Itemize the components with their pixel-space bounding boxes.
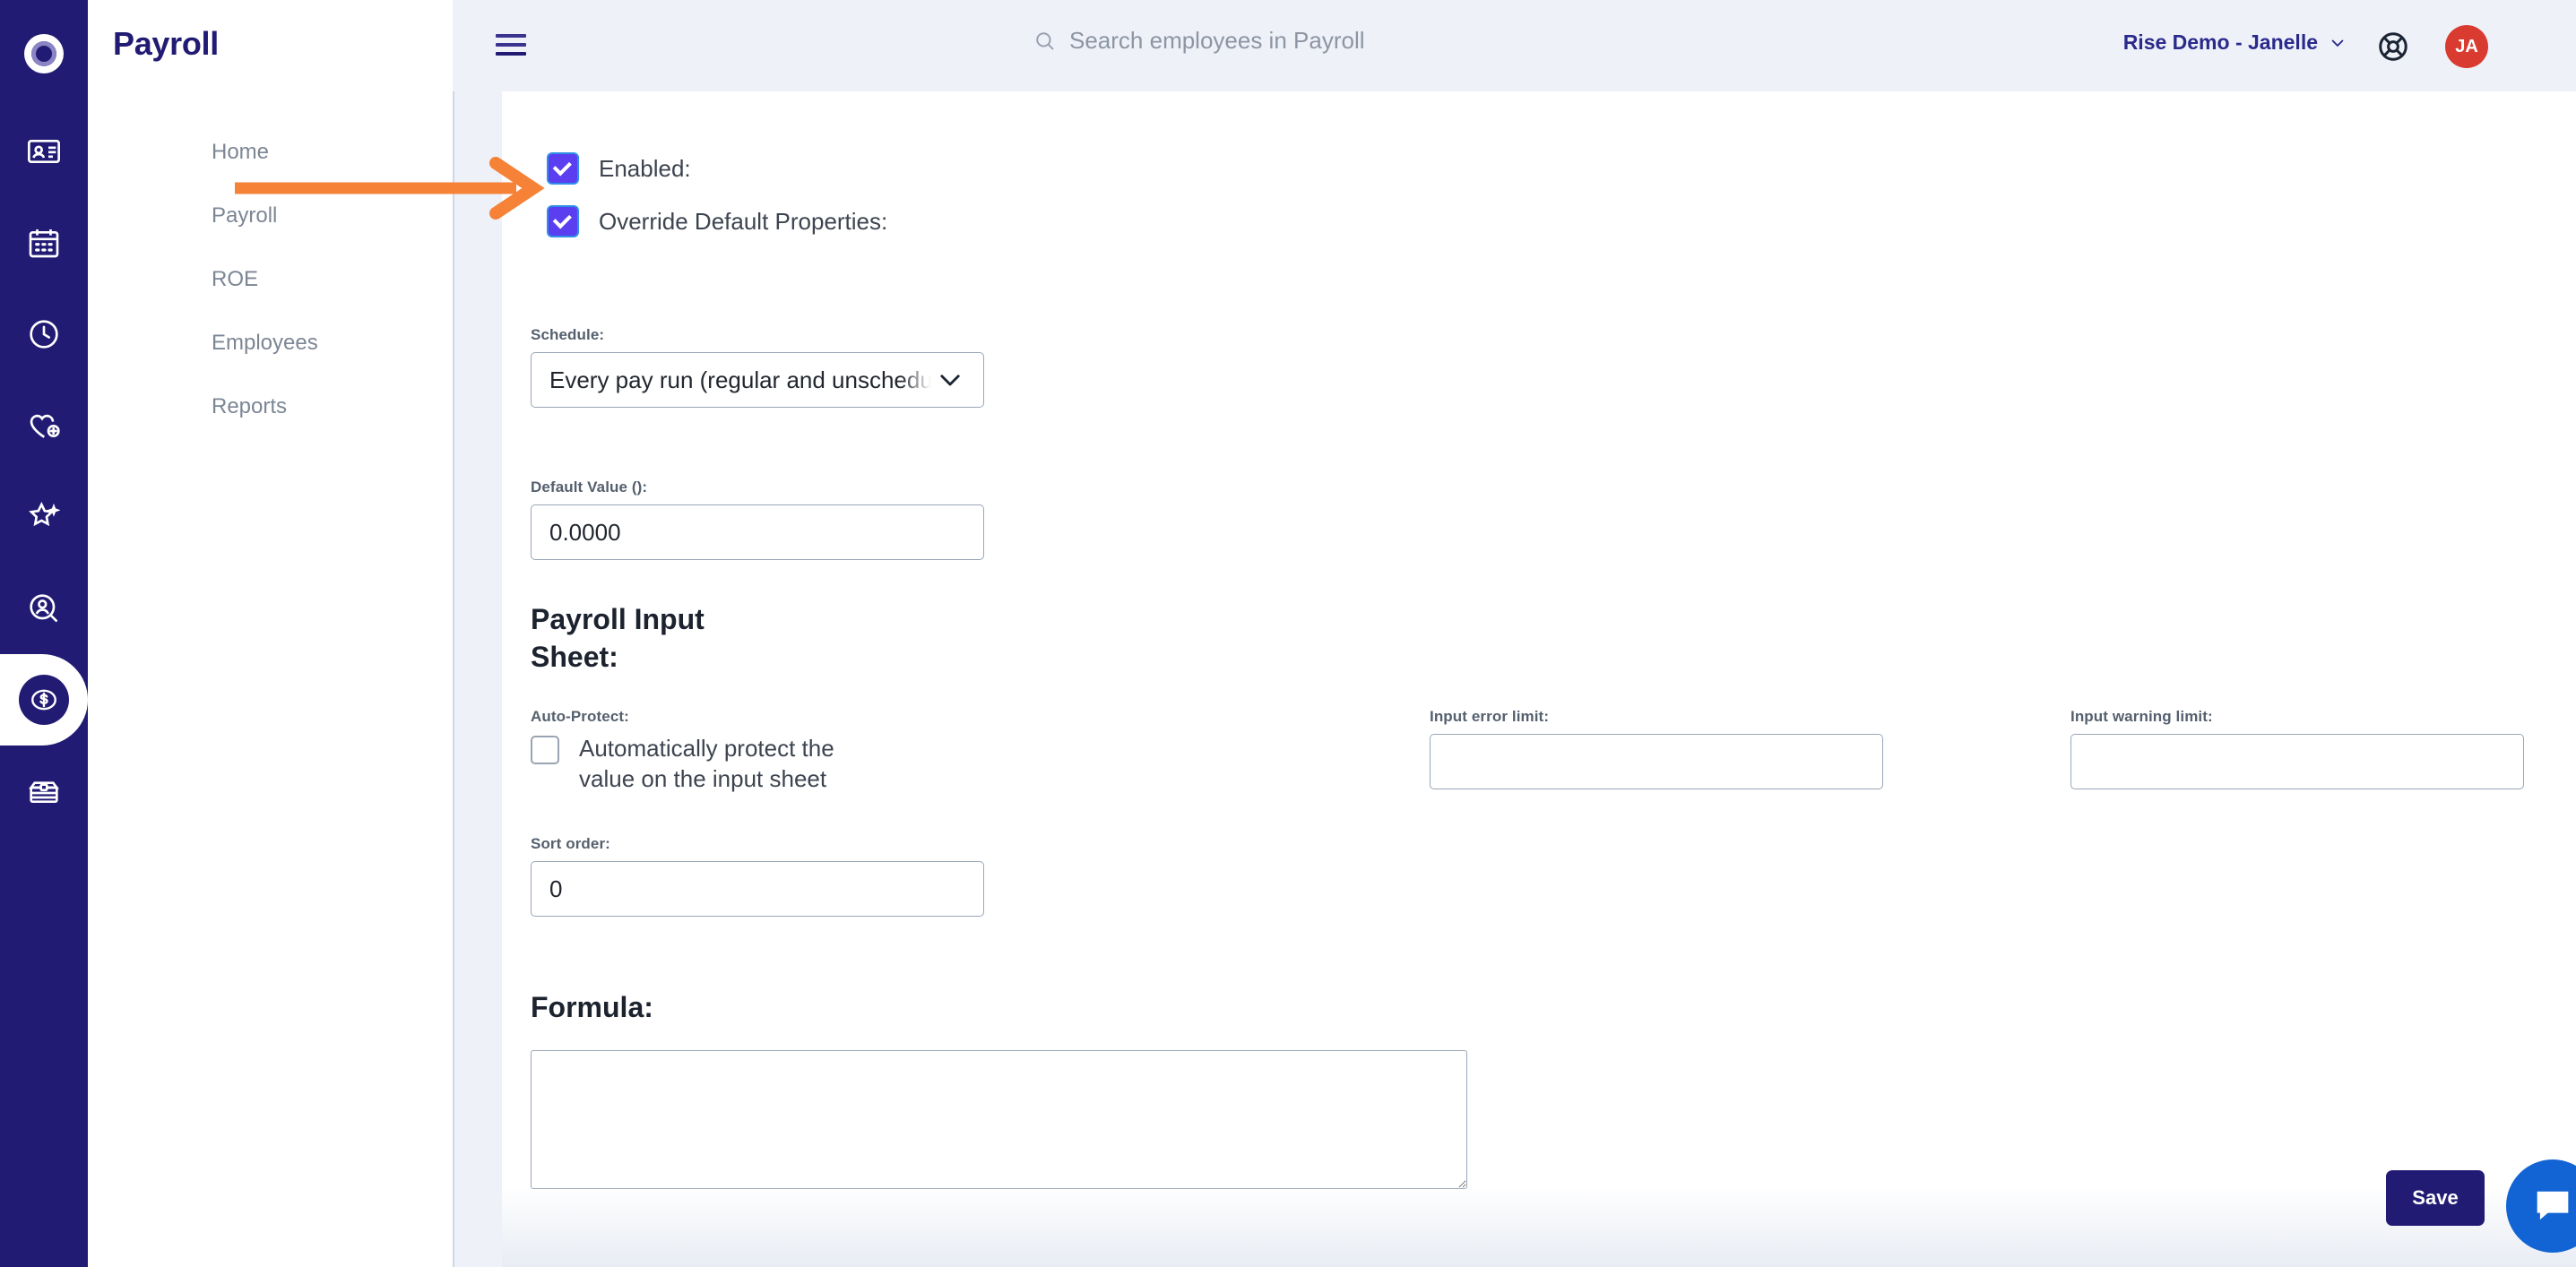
sort-order-label: Sort order:	[531, 835, 610, 852]
enabled-checkbox[interactable]	[549, 154, 577, 183]
hamburger-menu-icon[interactable]	[496, 34, 526, 56]
heart-plus-icon	[30, 414, 60, 438]
auto-protect-field: Auto-Protect:	[531, 708, 826, 726]
schedule-select[interactable]: Every pay run (regular and unscheduled)	[531, 352, 984, 408]
auto-protect-label: Auto-Protect:	[531, 708, 629, 725]
formula-textarea[interactable]	[531, 1050, 1467, 1189]
app-root: Payroll Home Payroll ROE Employees Repor…	[0, 0, 2576, 1267]
payroll-sidebar: Payroll Home Payroll ROE Employees Repor…	[88, 0, 453, 1267]
payroll-input-sheet-heading: Payroll Input Sheet:	[531, 603, 705, 674]
override-defaults-checkbox[interactable]	[549, 207, 577, 236]
rail-item-admin[interactable]	[0, 746, 88, 837]
search-icon	[1036, 31, 1054, 49]
auto-protect-option-text: Automatically protect the value on the i…	[579, 735, 834, 793]
help-support-button[interactable]	[2373, 27, 2413, 66]
main-content-panel: Enabled: Override Default Properties: Sc…	[502, 91, 2576, 1267]
formula-heading: Formula:	[531, 991, 653, 1023]
rail-item-performance[interactable]	[0, 471, 88, 563]
rail-item-people-directory[interactable]	[0, 106, 88, 197]
sort-order-input[interactable]	[531, 861, 984, 917]
search-input[interactable]	[1069, 27, 1786, 55]
rail-active-indicator	[19, 675, 69, 725]
rail-item-time-tracking[interactable]	[0, 289, 88, 380]
star-sparkle-icon	[29, 501, 61, 527]
org-switcher[interactable]: Rise Demo - Janelle	[2123, 30, 2347, 55]
dollar-circle-icon	[31, 689, 56, 711]
schedule-field: Schedule: Every pay run (regular and uns…	[531, 326, 984, 408]
schedule-select-value: Every pay run (regular and unscheduled)	[549, 366, 931, 393]
default-value-label: Default Value ():	[531, 478, 648, 496]
chat-bubble-icon	[2537, 1191, 2569, 1220]
sidebar-item-employees[interactable]: Employees	[88, 311, 453, 375]
org-switcher-label: Rise Demo - Janelle	[2122, 30, 2318, 54]
save-button[interactable]: Save	[2386, 1170, 2485, 1226]
app-logo[interactable]	[0, 22, 88, 86]
icon-rail	[0, 0, 88, 1267]
person-search-icon	[30, 594, 57, 622]
rail-item-list	[0, 106, 88, 837]
formula-field	[531, 1042, 1467, 1189]
rail-item-payroll[interactable]	[0, 654, 88, 746]
sidebar-item-home[interactable]: Home	[88, 120, 453, 184]
search-box[interactable]	[1033, 27, 1786, 55]
sidebar-title: Payroll	[113, 25, 219, 62]
override-defaults-label: Override Default Properties:	[599, 207, 888, 235]
rail-item-scheduling[interactable]	[0, 197, 88, 289]
sort-order-field: Sort order:	[531, 835, 984, 917]
sidebar-item-payroll[interactable]: Payroll	[88, 184, 453, 247]
top-bar: Rise Demo - Janelle JA	[453, 0, 2576, 91]
chevron-down-icon	[2331, 39, 2344, 47]
sidebar-nav: Home Payroll ROE Employees Reports	[88, 120, 453, 438]
input-error-limit-field: Input error limit:	[1430, 708, 1883, 789]
input-warning-limit-input[interactable]	[2070, 734, 2524, 789]
chevron-down-icon	[940, 375, 960, 386]
panel-bottom-fade	[502, 1186, 2576, 1267]
input-warning-limit-label: Input warning limit:	[2070, 708, 2213, 725]
input-warning-limit-field: Input warning limit:	[2070, 708, 2524, 789]
rail-item-benefits[interactable]	[0, 380, 88, 471]
input-error-limit-input[interactable]	[1430, 734, 1883, 789]
briefcase-icon	[29, 781, 59, 803]
override-defaults-checkbox-row[interactable]: Override Default Properties:	[549, 207, 887, 236]
sidebar-item-roe[interactable]: ROE	[88, 247, 453, 311]
user-avatar[interactable]: JA	[2445, 25, 2488, 68]
default-value-field: Default Value ():	[531, 478, 984, 560]
auto-protect-checkbox[interactable]	[531, 736, 559, 764]
sidebar-item-reports[interactable]: Reports	[88, 375, 453, 438]
default-value-input[interactable]	[531, 504, 984, 560]
enabled-checkbox-row[interactable]: Enabled:	[549, 154, 691, 183]
clock-icon	[30, 320, 58, 349]
auto-protect-checkbox-row[interactable]: Automatically protect the value on the i…	[531, 733, 848, 795]
life-ring-icon	[2379, 32, 2407, 61]
calendar-icon	[29, 229, 59, 258]
rise-logo-icon	[24, 34, 64, 73]
input-error-limit-label: Input error limit:	[1430, 708, 1550, 725]
id-card-icon	[28, 140, 60, 163]
enabled-label: Enabled:	[599, 154, 691, 182]
schedule-label: Schedule:	[531, 326, 605, 343]
rail-item-recruiting[interactable]	[0, 563, 88, 654]
